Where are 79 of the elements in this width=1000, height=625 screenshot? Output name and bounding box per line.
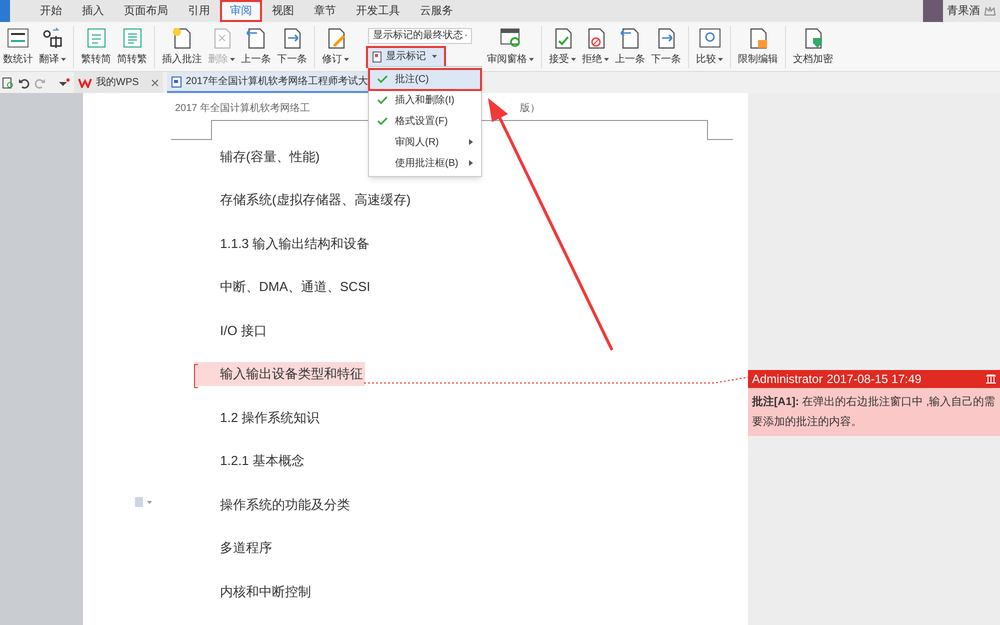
- menu-item[interactable]: 批注(C): [369, 68, 481, 90]
- paragraph-text: 辅存(容量、性能): [220, 148, 320, 166]
- paragraph-text: 输入输出设备类型和特征: [194, 362, 365, 386]
- close-icon[interactable]: [150, 78, 159, 86]
- ribbon-button[interactable]: 上一条: [612, 26, 648, 67]
- menu-tab[interactable]: 引用: [178, 0, 220, 22]
- preview-icon[interactable]: [2, 76, 14, 88]
- caret-icon: [432, 55, 437, 58]
- caret-icon: [61, 58, 66, 61]
- page-header-text: 2017 年全国计算机软考网络工: [175, 102, 310, 116]
- document-icon: [170, 76, 182, 88]
- ribbon-button[interactable]: 繁转简: [78, 26, 114, 67]
- paragraph-text: 内核和中断控制: [220, 582, 311, 600]
- menu-tab[interactable]: 插入: [72, 0, 114, 22]
- ribbon-button[interactable]: 下一条: [648, 26, 684, 67]
- comment-time: 2017-08-15 17:49: [826, 371, 922, 388]
- caret-icon: [718, 58, 723, 61]
- ribbon-button[interactable]: 拒绝: [579, 26, 612, 67]
- tab-title: 2017年全国计算机软考网络工程师考试大: [186, 74, 368, 89]
- check-icon: [376, 96, 388, 104]
- ribbon-button[interactable]: 简转繁: [114, 26, 150, 67]
- show-markup-button[interactable]: 显示标记: [368, 48, 444, 66]
- caret-icon: [344, 58, 349, 61]
- menu-item[interactable]: 使用批注框(B): [369, 152, 481, 174]
- menu-tab[interactable]: 章节: [304, 0, 346, 22]
- ribbon-button[interactable]: 限制编辑: [735, 26, 781, 67]
- caret-icon: [604, 58, 609, 61]
- menu-tab[interactable]: 开始: [30, 0, 72, 22]
- ribbon-button[interactable]: 上一条: [238, 26, 274, 67]
- paragraph-text: 1.2 操作系统知识: [220, 408, 320, 426]
- check-icon: [376, 74, 388, 84]
- ribbon-button[interactable]: 接受: [546, 26, 579, 67]
- comment-author: Administrator: [752, 371, 823, 388]
- paragraph-text: 1.1.3 输入输出结构和设备: [220, 234, 370, 252]
- menu-tab[interactable]: 审阅: [220, 0, 262, 22]
- translate-icon: [40, 26, 64, 50]
- check-icon: [376, 116, 388, 126]
- ribbon-button[interactable]: 下一条: [274, 26, 310, 67]
- document-tab[interactable]: 我的WPS: [74, 72, 163, 93]
- crown-icon: [984, 5, 996, 17]
- tab-title: 我的WPS: [96, 76, 139, 90]
- w-logo-icon: [78, 78, 92, 88]
- document-icon: [372, 50, 382, 62]
- caret-icon[interactable]: [58, 78, 70, 88]
- user-avatar: [923, 0, 943, 22]
- menu-item[interactable]: 格式设置(F): [369, 110, 481, 132]
- page-marker-icon: [135, 497, 153, 507]
- paragraph-text: 多道程序: [220, 539, 272, 557]
- ribbon-button[interactable]: 比较: [693, 26, 726, 67]
- paragraph-text: 1.2.1 基本概念: [220, 452, 305, 470]
- comment-text: 批注[A1]: 在弹出的右边批注窗口中 ,输入自己的需要添加的批注的内容。: [750, 394, 996, 430]
- menu-tab[interactable]: 开发工具: [346, 0, 410, 22]
- submenu-arrow-icon: [469, 139, 473, 145]
- submenu-arrow-icon: [469, 160, 473, 166]
- paragraph-text: 中断、DMA、通道、SCSI: [220, 278, 370, 296]
- menu-tab[interactable]: 云服务: [410, 0, 463, 22]
- markup-state-dropdown[interactable]: 显示标记的最终状态: [368, 28, 472, 44]
- pane-search-icon: [498, 26, 522, 50]
- count-icon: [6, 26, 30, 50]
- paragraph-text: I/O 接口: [220, 322, 267, 340]
- paragraph-text: 存储系统(虚拟存储器、高速缓存): [220, 191, 411, 209]
- menu-item[interactable]: 审阅人(R): [369, 132, 481, 152]
- paragraph-text: 操作系统的功能及分类: [220, 496, 350, 514]
- menu-tab[interactable]: 视图: [262, 0, 304, 22]
- caret-icon: [571, 58, 576, 61]
- user-name[interactable]: 青果酒: [943, 2, 984, 20]
- ribbon-button[interactable]: 插入批注: [159, 26, 205, 67]
- undo-icon[interactable]: [18, 76, 30, 88]
- page-header-text: 版）: [520, 102, 540, 116]
- ribbon-button[interactable]: 翻译: [36, 26, 69, 67]
- caret-icon: [529, 58, 534, 61]
- menu-tab[interactable]: 页面布局: [114, 0, 178, 22]
- ribbon-button[interactable]: 审阅窗格: [484, 26, 537, 67]
- ribbon-button[interactable]: 修订: [319, 26, 352, 67]
- compare-icon: [698, 26, 722, 50]
- caret-icon: [230, 58, 235, 61]
- delete-icon[interactable]: [986, 374, 996, 384]
- ribbon-button[interactable]: 文档加密: [790, 26, 836, 67]
- ribbon-button[interactable]: 数统计: [0, 26, 36, 67]
